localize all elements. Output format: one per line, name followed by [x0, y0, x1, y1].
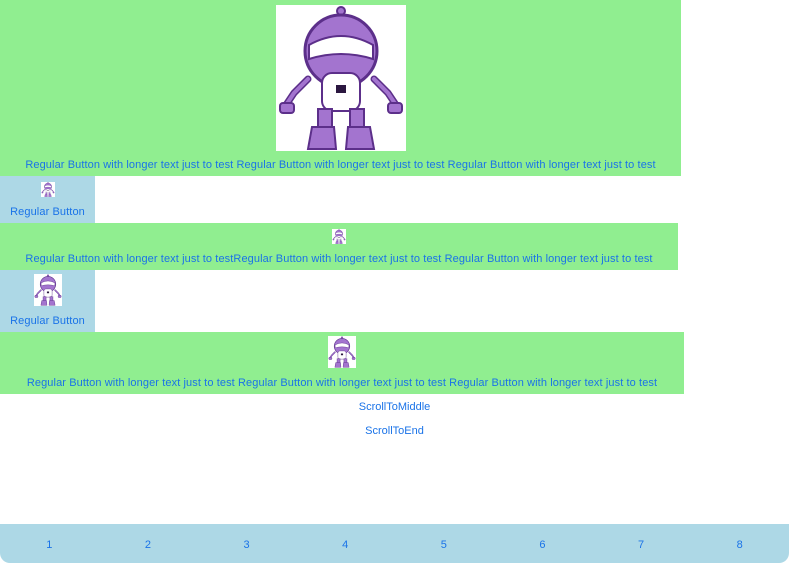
scroll-to-middle-button[interactable]: ScrollToMiddle [0, 401, 789, 413]
tab-5[interactable]: 5 [395, 524, 494, 563]
tab-3[interactable]: 3 [197, 524, 296, 563]
tab-bar: 1 2 3 4 5 6 7 8 [0, 524, 789, 563]
button-label: Regular Button [10, 206, 85, 218]
tab-1[interactable]: 1 [0, 524, 99, 563]
button-label: Regular Button with longer text just to … [26, 377, 658, 389]
button-label: Regular Button with longer text just to … [25, 253, 653, 265]
robot-icon [275, 5, 406, 151]
regular-button-2[interactable]: Regular Button [0, 270, 95, 332]
robot-icon [332, 229, 346, 244]
button-label: Regular Button [10, 315, 85, 327]
robot-icon [40, 182, 55, 197]
regular-button-long-3[interactable]: Regular Button with longer text just to … [0, 332, 684, 394]
tab-7[interactable]: 7 [592, 524, 691, 563]
robot-icon [33, 274, 62, 306]
tab-6[interactable]: 6 [493, 524, 592, 563]
regular-button-1[interactable]: Regular Button [0, 176, 95, 223]
tab-4[interactable]: 4 [296, 524, 395, 563]
regular-button-long-2[interactable]: Regular Button with longer text just to … [0, 223, 678, 270]
tab-8[interactable]: 8 [690, 524, 789, 563]
button-label: Regular Button with longer text just to … [25, 159, 656, 171]
tab-2[interactable]: 2 [99, 524, 198, 563]
robot-icon [328, 336, 356, 368]
scroll-to-end-button[interactable]: ScrollToEnd [0, 425, 789, 437]
regular-button-long-1[interactable]: Regular Button with longer text just to … [0, 0, 681, 176]
